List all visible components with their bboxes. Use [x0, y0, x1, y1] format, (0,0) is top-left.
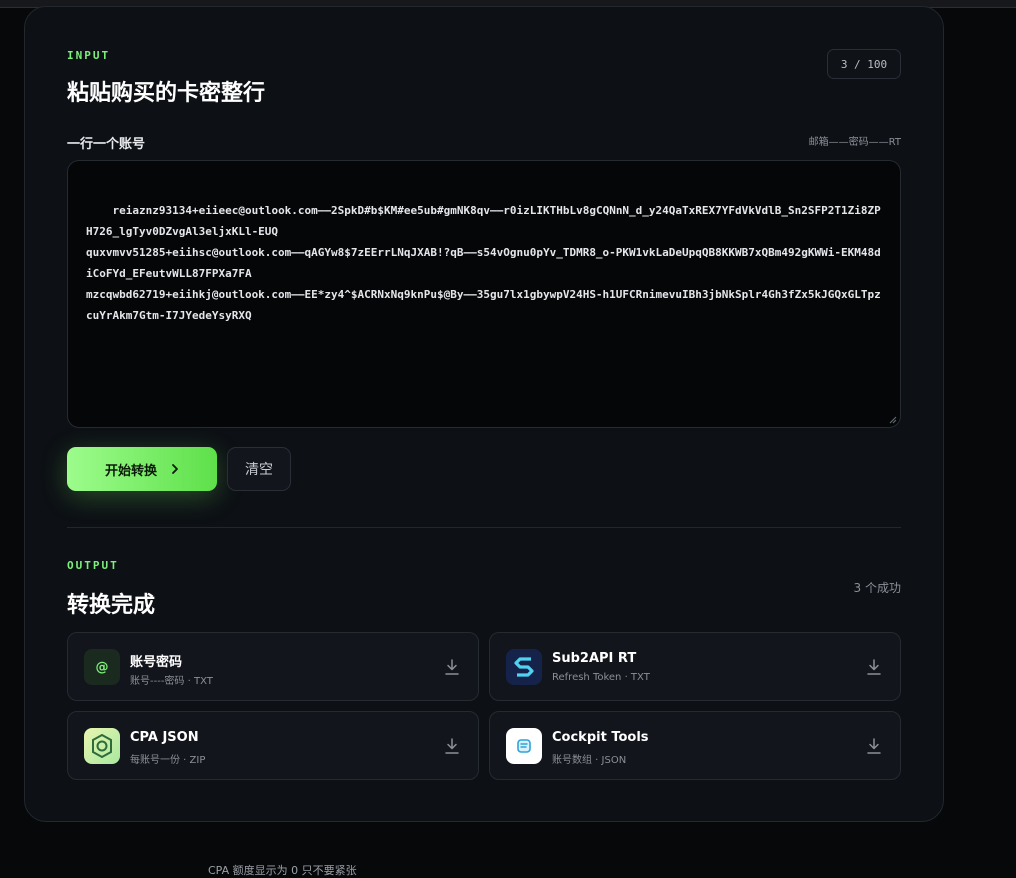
- output-item-name: Cockpit Tools: [552, 730, 649, 745]
- field-label: 一行一个账号: [67, 137, 146, 152]
- input-title: 粘贴购买的卡密整行: [67, 81, 266, 106]
- output-item-sub2api-rt[interactable]: Sub2API RT Refresh Token · TXT: [489, 632, 901, 701]
- footer-note: CPA 额度显示为 0 只不要紧张: [208, 864, 357, 877]
- output-item-desc: Refresh Token · TXT: [552, 672, 650, 683]
- section-divider: [67, 527, 901, 528]
- cockpit-logo-icon: [506, 728, 542, 764]
- output-item-name: CPA JSON: [130, 730, 199, 745]
- clear-button[interactable]: 清空: [227, 447, 291, 491]
- field-format-hint: 邮箱——密码——RT: [808, 137, 901, 148]
- input-section-label: INPUT: [67, 49, 111, 62]
- textarea-value: reiaznz93134+eiieec@outlook.com——2SpkD#b…: [86, 204, 881, 322]
- cpa-logo-icon: [84, 728, 120, 764]
- output-section-label: OUTPUT: [67, 559, 119, 572]
- download-icon[interactable]: [866, 658, 882, 676]
- card-input-textarea[interactable]: reiaznz93134+eiieec@outlook.com——2SpkD#b…: [67, 160, 901, 428]
- at-icon: @: [84, 649, 120, 685]
- output-title: 转换完成: [67, 593, 156, 618]
- chevron-right-icon: [172, 464, 178, 474]
- download-icon[interactable]: [866, 737, 882, 755]
- start-convert-label: 开始转换: [104, 463, 157, 479]
- output-item-desc: 每账号一份 · ZIP: [130, 755, 206, 766]
- output-item-cockpit-tools[interactable]: Cockpit Tools 账号数组 · JSON: [489, 711, 901, 780]
- success-count: 3 个成功: [853, 581, 901, 595]
- output-item-desc: 账号数组 · JSON: [552, 755, 627, 766]
- converter-card: INPUT 粘贴购买的卡密整行 3 / 100 一行一个账号 邮箱——密码——R…: [24, 6, 944, 822]
- download-icon[interactable]: [444, 737, 460, 755]
- line-counter: 3 / 100: [827, 49, 901, 79]
- start-convert-button[interactable]: 开始转换: [67, 447, 217, 491]
- output-item-account-password[interactable]: @ 账号密码 账号----密码 · TXT: [67, 632, 479, 701]
- download-icon[interactable]: [444, 658, 460, 676]
- output-item-desc: 账号----密码 · TXT: [130, 676, 213, 687]
- output-item-name: Sub2API RT: [552, 651, 637, 666]
- output-item-cpa-json[interactable]: CPA JSON 每账号一份 · ZIP: [67, 711, 479, 780]
- sub2api-logo-icon: [506, 649, 542, 685]
- resize-handle-icon[interactable]: [889, 416, 897, 424]
- output-item-name: 账号密码: [130, 655, 183, 670]
